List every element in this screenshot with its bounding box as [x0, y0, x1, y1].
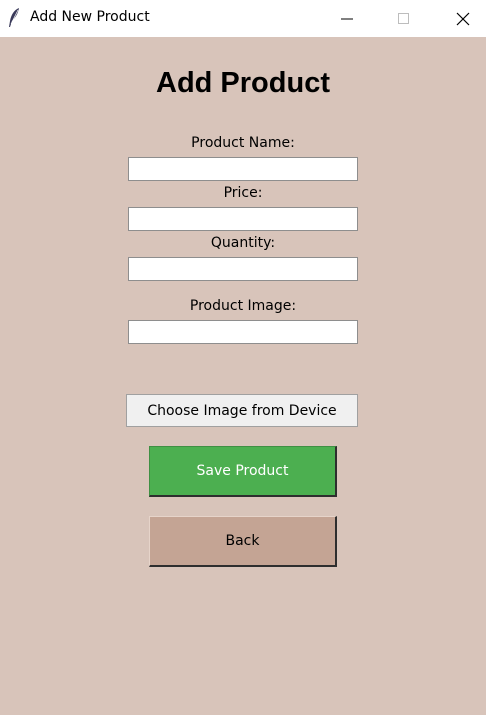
product-image-label: Product Image: — [189, 298, 297, 314]
minimize-button[interactable] — [324, 0, 370, 37]
save-product-button[interactable]: Save Product — [149, 446, 337, 497]
title-bar: Add New Product — [0, 0, 486, 37]
quantity-input[interactable] — [128, 257, 358, 281]
feather-icon — [6, 7, 22, 29]
back-button[interactable]: Back — [149, 516, 337, 567]
choose-image-button[interactable]: Choose Image from Device — [126, 394, 358, 427]
product-name-label: Product Name: — [191, 135, 295, 151]
quantity-label: Quantity: — [210, 235, 276, 251]
maximize-button[interactable] — [381, 0, 427, 37]
maximize-icon — [398, 12, 409, 24]
window-title: Add New Product — [30, 9, 150, 25]
product-name-input[interactable] — [128, 157, 358, 181]
close-icon — [456, 12, 470, 25]
price-label: Price: — [223, 185, 263, 201]
form-panel: Add Product Product Name: Price: Quantit… — [0, 37, 486, 715]
page-title: Add Product — [156, 67, 330, 99]
close-button[interactable] — [440, 0, 486, 37]
price-input[interactable] — [128, 207, 358, 231]
product-image-input[interactable] — [128, 320, 358, 344]
minimize-icon — [341, 18, 353, 19]
